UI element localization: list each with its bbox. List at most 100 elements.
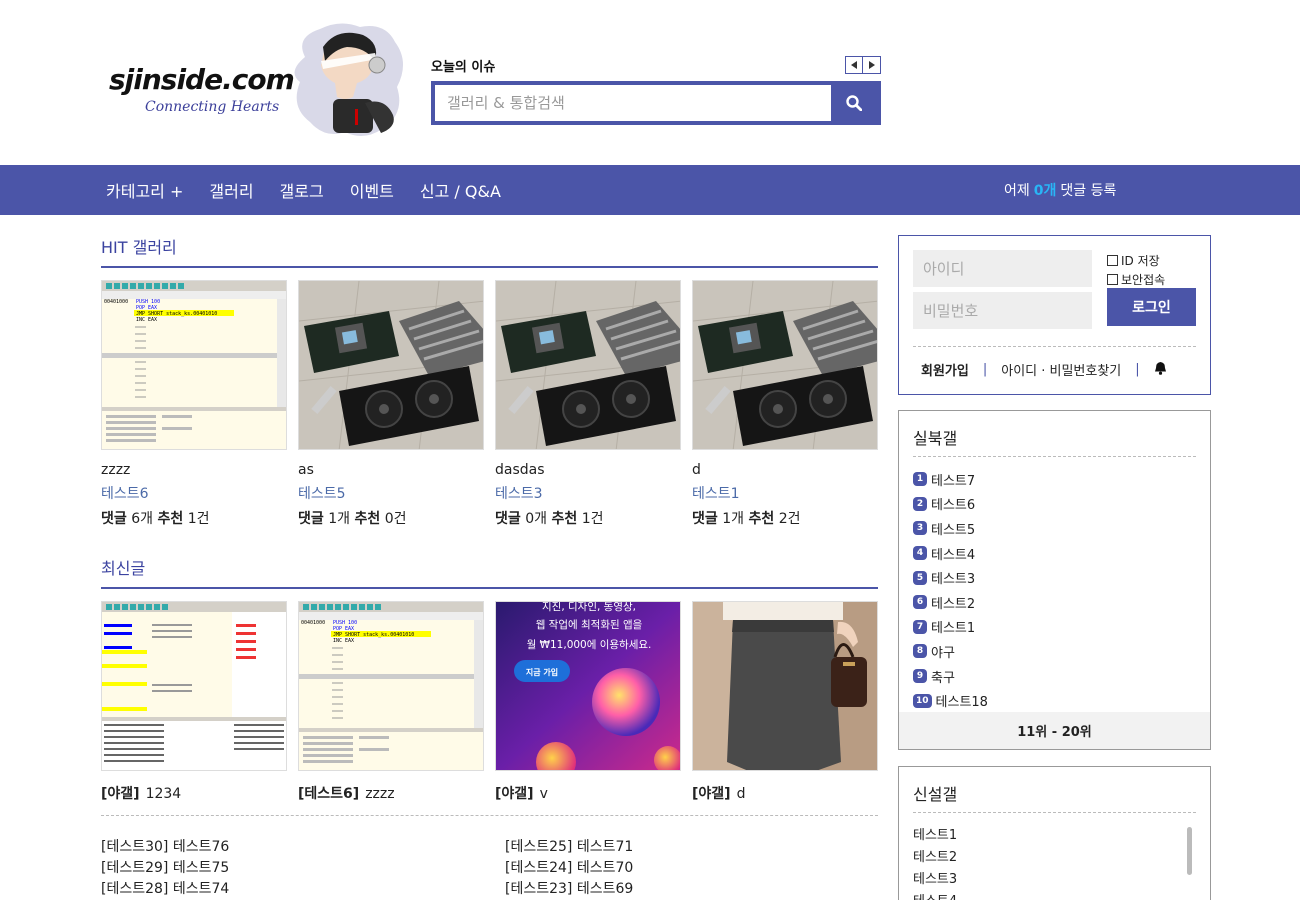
- ad-line-2: 웹 작업에 최적화된 앱을: [536, 618, 643, 631]
- ranking-item[interactable]: 3 테스트5: [913, 516, 988, 541]
- ranking-list: 1 테스트7 2 테스트6 3 테스트5 4 테스트4 5 테스트3 6 테스트2 7 테스트…: [913, 467, 988, 713]
- ranking-item[interactable]: 10 테스트18: [913, 688, 988, 713]
- nav-item-event[interactable]: 이벤트: [350, 178, 394, 202]
- recent-thumb-2[interactable]: 00401000 PUSH 100 POP EAX JMP SHORT stack…: [298, 601, 484, 771]
- ad-line-3: 월 ₩11,000에 이용하세요.: [527, 638, 652, 651]
- triangle-left-icon: [851, 61, 857, 69]
- recent-post-4[interactable]: [야갤] d: [692, 783, 878, 803]
- search-box: [431, 81, 881, 125]
- ranking-item[interactable]: 5 테스트3: [913, 565, 988, 590]
- hit-post-1[interactable]: zzzz 테스트6 댓글 6개 추천 1건: [101, 462, 287, 528]
- ranking-item[interactable]: 8 야구: [913, 639, 988, 664]
- hit-post-stats: 댓글 1개 추천 2건: [692, 511, 801, 527]
- rank-name: 테스트1: [931, 621, 976, 637]
- ad-join-button: 지금 가입: [526, 667, 558, 677]
- hit-post-title[interactable]: dasdas: [495, 462, 681, 482]
- recent-posts-title[interactable]: 최신글: [101, 555, 145, 579]
- rank-name: 테스트18: [935, 695, 988, 711]
- ranking-item[interactable]: 2 테스트6: [913, 492, 988, 517]
- rank-name: 테스트2: [931, 596, 976, 612]
- secure-login-label: 보안접속: [1121, 273, 1166, 287]
- save-id-label: ID 저장: [1121, 254, 1160, 268]
- ranking-item[interactable]: 1 테스트7: [913, 467, 988, 492]
- nav-menu: 카테고리 + 갤러리 갤로그 이벤트 신고 / Q&A: [106, 165, 501, 215]
- hit-post-3[interactable]: dasdas 테스트3 댓글 0개 추천 1건: [495, 462, 681, 528]
- recent-thumb-3[interactable]: 지진, 디자인, 동영상, 웹 작업에 최적화된 앱을 월 ₩11,000에 이…: [495, 601, 681, 771]
- comments-suffix: 댓글 등록: [1060, 183, 1117, 199]
- signup-link[interactable]: 회원가입: [921, 360, 969, 379]
- ranking-more-button[interactable]: 11위 - 20위: [899, 712, 1210, 749]
- hit-post-2[interactable]: as 테스트5 댓글 1개 추천 0건: [298, 462, 484, 528]
- recent-thumb-1[interactable]: [101, 601, 287, 771]
- debugger-screenshot-image: [102, 602, 286, 770]
- hit-post-gallery[interactable]: 테스트6: [101, 483, 287, 505]
- hit-post-gallery[interactable]: 테스트5: [298, 483, 484, 505]
- recent-post-1[interactable]: [야갤] 1234: [101, 783, 287, 803]
- recent-post-3[interactable]: [야갤] v: [495, 783, 681, 803]
- hit-thumb-3[interactable]: [495, 280, 681, 450]
- nav-item-gallog[interactable]: 갤로그: [280, 178, 324, 202]
- issue-next-button[interactable]: [863, 56, 881, 74]
- hit-thumb-4[interactable]: [692, 280, 878, 450]
- logo-subtitle: Connecting Hearts: [145, 99, 280, 115]
- nav-item-category[interactable]: 카테고리 +: [106, 178, 183, 202]
- ranking-item[interactable]: 4 테스트4: [913, 541, 988, 566]
- rank-badge: 7: [913, 619, 927, 634]
- ranking-item[interactable]: 7 테스트1: [913, 615, 988, 640]
- svg-text:00401000: 00401000: [301, 620, 325, 626]
- login-id-input[interactable]: [913, 250, 1092, 287]
- rank-badge: 5: [913, 570, 927, 585]
- checkbox-box: [1107, 255, 1118, 266]
- list-item[interactable]: [테스트28] 테스트74: [101, 879, 229, 900]
- new-gallery-item[interactable]: 테스트2: [913, 847, 957, 869]
- bell-icon[interactable]: [1154, 361, 1167, 379]
- issue-prev-button[interactable]: [845, 56, 863, 74]
- yesterday-comments: 어제 0개 댓글 등록: [1004, 165, 1116, 215]
- list-item[interactable]: [테스트23] 테스트69: [505, 879, 633, 900]
- rank-name: 테스트7: [931, 473, 976, 489]
- list-item[interactable]: [테스트24] 테스트70: [505, 858, 633, 879]
- new-gallery-scrollbar[interactable]: [1187, 827, 1192, 875]
- new-gallery-item[interactable]: 테스트3: [913, 869, 957, 891]
- login-button[interactable]: 로그인: [1107, 288, 1196, 326]
- hit-gallery-title[interactable]: HIT 갤러리: [101, 234, 177, 258]
- rank-name: 테스트3: [931, 572, 976, 588]
- hit-post-gallery[interactable]: 테스트1: [692, 483, 878, 505]
- list-item[interactable]: [테스트29] 테스트75: [101, 858, 229, 879]
- link-separator: |: [982, 362, 988, 377]
- new-gallery-item[interactable]: 테스트1: [913, 825, 957, 847]
- save-id-checkbox[interactable]: ID 저장: [1107, 252, 1160, 269]
- ranking-item[interactable]: 9 축구: [913, 664, 988, 689]
- nav-item-gallery[interactable]: 갤러리: [209, 178, 253, 202]
- hit-post-gallery[interactable]: 테스트3: [495, 483, 681, 505]
- nav-item-report-qa[interactable]: 신고 / Q&A: [420, 178, 501, 202]
- hit-post-title[interactable]: as: [298, 462, 484, 482]
- recent-thumb-4[interactable]: [692, 601, 878, 771]
- list-item[interactable]: [테스트25] 테스트71: [505, 837, 633, 858]
- list-item[interactable]: [테스트30] 테스트76: [101, 837, 229, 858]
- comments-prefix: 어제: [1004, 183, 1030, 199]
- recent-post-2[interactable]: [테스트6] zzzz: [298, 783, 484, 803]
- hit-thumb-1[interactable]: 00401000 PUSH 100 POP EAX JMP SHORT stack…: [101, 280, 287, 450]
- rank-badge: 4: [913, 546, 927, 561]
- rank-badge: 1: [913, 472, 927, 487]
- hit-post-title[interactable]: d: [692, 462, 878, 482]
- main-nav: 카테고리 + 갤러리 갤로그 이벤트 신고 / Q&A 어제 0개 댓글 등록: [0, 165, 1300, 215]
- site-logo[interactable]: sjinside.com Connecting Hearts: [105, 15, 415, 145]
- hit-thumb-2[interactable]: [298, 280, 484, 450]
- search-button[interactable]: [831, 85, 877, 121]
- graphics-cards-photo-image: [299, 281, 483, 449]
- find-account-link[interactable]: 아이디 · 비밀번호찾기: [1001, 360, 1121, 379]
- comments-count: 0개: [1033, 183, 1057, 199]
- login-password-input[interactable]: [913, 292, 1092, 329]
- hit-post-title[interactable]: zzzz: [101, 462, 287, 482]
- hit-post-stats: 댓글 1개 추천 0건: [298, 511, 407, 527]
- triangle-right-icon: [868, 61, 875, 69]
- search-input[interactable]: [435, 85, 831, 121]
- secure-login-checkbox[interactable]: 보안접속: [1107, 271, 1165, 288]
- ranking-divider: [913, 456, 1196, 457]
- rank-badge: 10: [913, 693, 932, 708]
- new-gallery-item[interactable]: 테스트4: [913, 891, 957, 900]
- ranking-item[interactable]: 6 테스트2: [913, 590, 988, 615]
- hit-post-4[interactable]: d 테스트1 댓글 1개 추천 2건: [692, 462, 878, 528]
